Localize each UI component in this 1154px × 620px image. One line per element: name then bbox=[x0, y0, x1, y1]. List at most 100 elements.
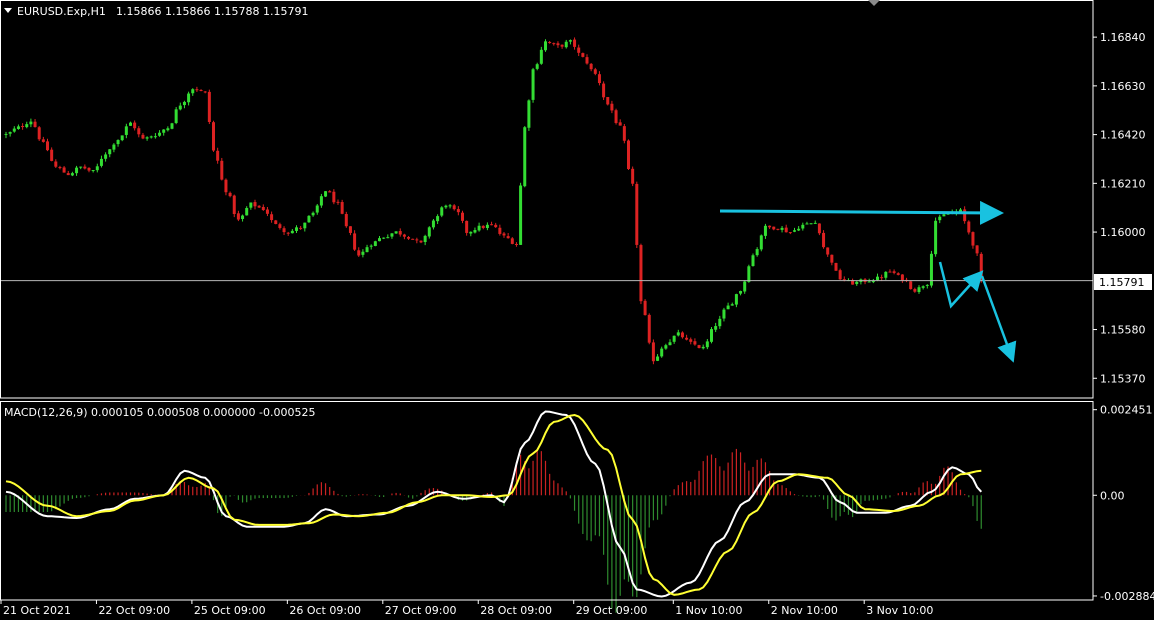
time-tick-label: 26 Oct 09:00 bbox=[289, 604, 361, 617]
candle-body bbox=[241, 215, 245, 220]
candle-body bbox=[282, 228, 286, 233]
time-axis: 21 Oct 2021 22 Oct 09:00 25 Oct 09:00 26 Oc… bbox=[0, 600, 933, 617]
candle-body bbox=[656, 356, 660, 361]
candle-body bbox=[66, 173, 70, 176]
candle-body bbox=[967, 221, 971, 233]
candle-body bbox=[369, 245, 373, 247]
price-tick-label: 1.16840 bbox=[1100, 31, 1146, 44]
candle-body bbox=[4, 133, 8, 135]
candle-body bbox=[876, 276, 879, 281]
candle-body bbox=[726, 305, 730, 310]
candle-body bbox=[668, 342, 672, 346]
candle-body bbox=[303, 222, 307, 229]
candle-body bbox=[552, 43, 556, 45]
time-tick-label: 25 Oct 09:00 bbox=[194, 604, 266, 617]
candle-body bbox=[822, 232, 826, 248]
candle-body bbox=[274, 220, 278, 225]
candle-body bbox=[577, 47, 581, 53]
price-tick-label: 1.15580 bbox=[1100, 324, 1146, 337]
candle-body bbox=[178, 105, 182, 110]
macd-axis: 0.002451 0.00 -0.002884 bbox=[1093, 404, 1154, 603]
candle-body bbox=[647, 314, 651, 343]
candle-body bbox=[286, 232, 290, 234]
resistance-arrow bbox=[719, 200, 1004, 225]
candle-body bbox=[614, 110, 618, 123]
candle-body bbox=[900, 274, 904, 281]
price-tick-label: 1.16210 bbox=[1100, 177, 1146, 190]
candle-body bbox=[158, 132, 162, 136]
price-pane-frame bbox=[0, 0, 1094, 399]
candle-body bbox=[676, 332, 680, 336]
candle-body bbox=[87, 167, 91, 171]
candle-body bbox=[187, 93, 191, 103]
candle-body bbox=[763, 225, 767, 236]
candle-body bbox=[544, 41, 547, 51]
candle-body bbox=[54, 161, 58, 167]
candle-body bbox=[805, 223, 809, 225]
candle-body bbox=[639, 245, 643, 302]
candle-body bbox=[174, 109, 178, 124]
candle-body bbox=[739, 291, 743, 294]
candle-body bbox=[793, 230, 796, 232]
price-tick-label: 1.16000 bbox=[1100, 226, 1146, 239]
candle-body bbox=[133, 122, 137, 129]
candle-body bbox=[423, 235, 427, 243]
chart-canvas[interactable]: 1.16840 1.16630 1.16420 1.16210 1.16000 1.155… bbox=[0, 0, 1154, 620]
candle-body bbox=[589, 63, 593, 70]
macd-pane[interactable] bbox=[5, 410, 983, 613]
candle-body bbox=[651, 342, 655, 362]
candle-body bbox=[884, 271, 888, 278]
candle-body bbox=[224, 179, 228, 193]
candle-body bbox=[141, 134, 145, 139]
candle-body bbox=[660, 348, 664, 357]
candle-body bbox=[714, 326, 718, 330]
time-tick-label: 27 Oct 09:00 bbox=[385, 604, 457, 617]
candle-body bbox=[261, 206, 265, 211]
candle-body bbox=[46, 141, 49, 151]
collapse-triangle-icon[interactable] bbox=[4, 8, 12, 13]
candle-body bbox=[585, 57, 589, 64]
time-tick-label: 29 Oct 09:00 bbox=[576, 604, 648, 617]
candle-body bbox=[469, 231, 473, 234]
candle-body bbox=[627, 140, 630, 170]
candle-body bbox=[448, 205, 452, 207]
candle-body bbox=[212, 122, 215, 151]
candle-body bbox=[685, 337, 689, 340]
price-pane[interactable] bbox=[0, 37, 1093, 365]
candle-body bbox=[481, 225, 485, 228]
shift-marker-icon[interactable] bbox=[868, 0, 880, 6]
annotation-layer bbox=[719, 200, 1017, 363]
candle-body bbox=[747, 266, 751, 282]
candle-body bbox=[531, 69, 535, 100]
candle-body bbox=[834, 262, 838, 271]
candle-body bbox=[888, 271, 892, 273]
candle-body bbox=[402, 234, 406, 237]
candle-body bbox=[328, 191, 332, 193]
time-tick-label: 21 Oct 2021 bbox=[3, 604, 71, 617]
candle-body bbox=[971, 232, 975, 246]
candle-body bbox=[137, 128, 141, 135]
candle-body bbox=[465, 220, 469, 233]
candle-body bbox=[913, 289, 917, 292]
candle-body bbox=[548, 42, 552, 44]
candle-body bbox=[780, 227, 784, 230]
symbol-header: EURUSD.Exp,H1 bbox=[17, 5, 106, 18]
candle-body bbox=[357, 250, 361, 256]
candle-body bbox=[672, 335, 676, 342]
candle-body bbox=[378, 238, 381, 242]
candle-body bbox=[199, 90, 203, 92]
candle-body bbox=[502, 233, 506, 236]
price-tick-label: 1.16420 bbox=[1100, 129, 1146, 142]
candle-body bbox=[407, 237, 411, 239]
candle-body bbox=[83, 166, 87, 169]
candle-body bbox=[415, 239, 419, 241]
candle-body bbox=[149, 136, 153, 138]
macd-tick-label: 0.00 bbox=[1100, 489, 1125, 502]
candle-body bbox=[386, 237, 390, 239]
candle-body bbox=[75, 167, 79, 174]
candle-body bbox=[593, 69, 597, 74]
candle-body bbox=[340, 202, 344, 214]
candle-body bbox=[299, 227, 303, 229]
candle-body bbox=[249, 202, 253, 208]
candle-body bbox=[784, 227, 788, 233]
